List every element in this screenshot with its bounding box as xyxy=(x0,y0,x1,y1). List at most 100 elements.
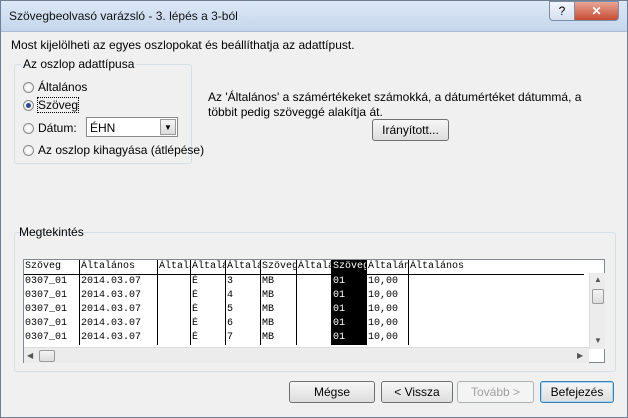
preview-row: 0307_01 2014.03.07 É 4 MB 01 10,00 xyxy=(24,289,584,303)
preview-cell: 10,00 xyxy=(366,275,408,289)
radio-text-label: Szöveg xyxy=(36,97,80,113)
preview-row: 0307_01 2014.03.07 É 6 MB 01 10,00 xyxy=(24,317,584,331)
instruction-text: Most kijelölheti az egyes oszlopokat és … xyxy=(11,38,355,52)
scroll-left-icon[interactable]: ◀ xyxy=(27,351,33,360)
date-format-select[interactable]: ÉHN ▼ xyxy=(86,117,178,137)
preview-column-header[interactable]: Általános xyxy=(157,260,190,274)
preview-cell xyxy=(157,317,190,331)
radio-skip-column-circle[interactable] xyxy=(23,144,34,156)
preview-cell: 7 xyxy=(225,331,260,345)
title-bar: Szövegbeolvasó varázsló - 3. lépés a 3-b… xyxy=(1,1,627,32)
preview-cell: 0307_01 xyxy=(25,290,68,301)
preview-cell: 01 xyxy=(331,289,366,303)
preview-cell: 2014.03.07 xyxy=(79,331,157,345)
preview-cell: É xyxy=(190,275,225,289)
preview-cell xyxy=(408,275,583,289)
preview-cell: 3 xyxy=(225,275,260,289)
preview-row: 0307_01 2014.03.07 É 5 MB 01 10,00 xyxy=(24,303,584,317)
preview-cell xyxy=(408,317,583,331)
preview-row: 0307_01 2014.03.07 É 3 MB 01 10,00 xyxy=(24,275,584,289)
preview-cell: 01 xyxy=(331,303,366,317)
next-button[interactable]: Tovább > xyxy=(457,381,534,403)
preview-cell xyxy=(157,331,190,345)
preview-column-header[interactable]: Általános xyxy=(225,260,260,274)
close-button[interactable]: ✕ xyxy=(574,1,619,21)
preview-row: 0307_01 2014.03.07 É 7 MB 01 10,00 xyxy=(24,331,584,345)
radio-general-label: Általános xyxy=(38,80,88,94)
datatype-group-legend: Az oszlop adattípusa xyxy=(21,57,137,71)
preview-cell: É xyxy=(190,331,225,345)
vertical-scroll-thumb[interactable] xyxy=(592,289,604,304)
preview-cell xyxy=(296,317,331,331)
radio-skip-column[interactable]: Az oszlop kihagyása (átlépése) xyxy=(23,143,204,157)
preview-cell: 2014.03.07 xyxy=(79,289,157,303)
text-import-wizard-dialog: Szövegbeolvasó varázsló - 3. lépés a 3-b… xyxy=(0,0,628,418)
preview-cell: MB xyxy=(260,331,296,345)
preview-table: SzövegÁltalánosÁltalánosÁltalánosÁltalán… xyxy=(24,260,584,345)
preview-cell: 2014.03.07 xyxy=(79,317,157,331)
horizontal-scroll-thumb[interactable] xyxy=(39,350,55,362)
preview-cell xyxy=(157,303,190,317)
preview-cell: 10,00 xyxy=(366,331,408,345)
preview-cell: 2014.03.07 xyxy=(79,303,157,317)
radio-date-label: Dátum: xyxy=(38,121,77,135)
preview-cell: 01 xyxy=(331,331,366,345)
preview-cell: MB xyxy=(260,317,296,331)
preview-cell: 5 xyxy=(225,303,260,317)
radio-text[interactable]: Szöveg xyxy=(23,97,80,113)
preview-cell: 10,00 xyxy=(366,317,408,331)
window-title: Szövegbeolvasó varázsló - 3. lépés a 3-b… xyxy=(9,9,238,23)
preview-cell: MB xyxy=(260,289,296,303)
datatype-info-text: Az 'Általános' a számértékeket számokká,… xyxy=(208,90,582,119)
preview-cell xyxy=(408,331,583,345)
preview-column-header[interactable]: Általános xyxy=(79,260,157,274)
preview-cell xyxy=(296,289,331,303)
preview-column-header[interactable]: Általános xyxy=(296,260,331,274)
preview-cell xyxy=(408,289,583,303)
preview-cell xyxy=(296,331,331,345)
preview-header-row: SzövegÁltalánosÁltalánosÁltalánosÁltalán… xyxy=(24,260,584,275)
preview-column-header[interactable]: Szöveg xyxy=(260,260,296,274)
radio-date-circle[interactable] xyxy=(23,122,34,134)
back-button[interactable]: < Vissza xyxy=(381,381,453,403)
radio-text-circle[interactable] xyxy=(23,99,34,111)
preview-cell xyxy=(408,303,583,317)
radio-general[interactable]: Általános xyxy=(23,80,87,94)
preview-cell: 10,00 xyxy=(366,303,408,317)
advanced-button[interactable]: Irányított... xyxy=(372,119,449,141)
preview-column-header[interactable]: Általános xyxy=(190,260,225,274)
scroll-up-icon[interactable]: ▲ xyxy=(594,275,602,284)
cancel-button[interactable]: Mégse xyxy=(289,381,375,403)
help-button[interactable]: ? xyxy=(549,1,575,21)
preview-vertical-scrollbar[interactable]: ▲ ▼ xyxy=(589,273,605,349)
scroll-right-icon[interactable]: ▶ xyxy=(577,351,583,360)
preview-cell: É xyxy=(190,317,225,331)
preview-cell: 0307_01 xyxy=(25,332,68,343)
finish-button[interactable]: Befejezés xyxy=(540,381,614,403)
preview-column-header[interactable]: Általános xyxy=(366,260,408,274)
preview-cell: 2014.03.07 xyxy=(79,275,157,289)
preview-label: Megtekintés xyxy=(19,225,84,239)
preview-column-header[interactable]: Szöveg xyxy=(24,260,79,274)
preview-cell: É xyxy=(190,303,225,317)
preview-cell: 01 xyxy=(331,275,366,289)
preview-cell: 4 xyxy=(225,289,260,303)
radio-date[interactable]: Dátum: xyxy=(23,121,77,135)
preview-cell: É xyxy=(190,289,225,303)
radio-general-circle[interactable] xyxy=(23,81,34,93)
preview-horizontal-scrollbar[interactable]: ◀ ▶ xyxy=(24,347,589,363)
preview-cell: MB xyxy=(260,275,296,289)
preview-cell xyxy=(157,275,190,289)
preview-cell: 01 xyxy=(331,317,366,331)
scroll-down-icon[interactable]: ▼ xyxy=(594,336,602,345)
preview-column-header[interactable]: Általános xyxy=(408,260,583,274)
preview-cell: 0307_01 xyxy=(25,276,68,287)
date-format-value: ÉHN xyxy=(90,121,116,135)
preview-cell xyxy=(296,303,331,317)
preview-cell xyxy=(296,275,331,289)
preview-cell: MB xyxy=(260,303,296,317)
chevron-down-icon[interactable]: ▼ xyxy=(160,119,176,135)
preview-column-header[interactable]: Szöveg xyxy=(331,260,366,274)
preview-cell: 0307_01 xyxy=(25,318,68,329)
preview-cell: 6 xyxy=(225,317,260,331)
